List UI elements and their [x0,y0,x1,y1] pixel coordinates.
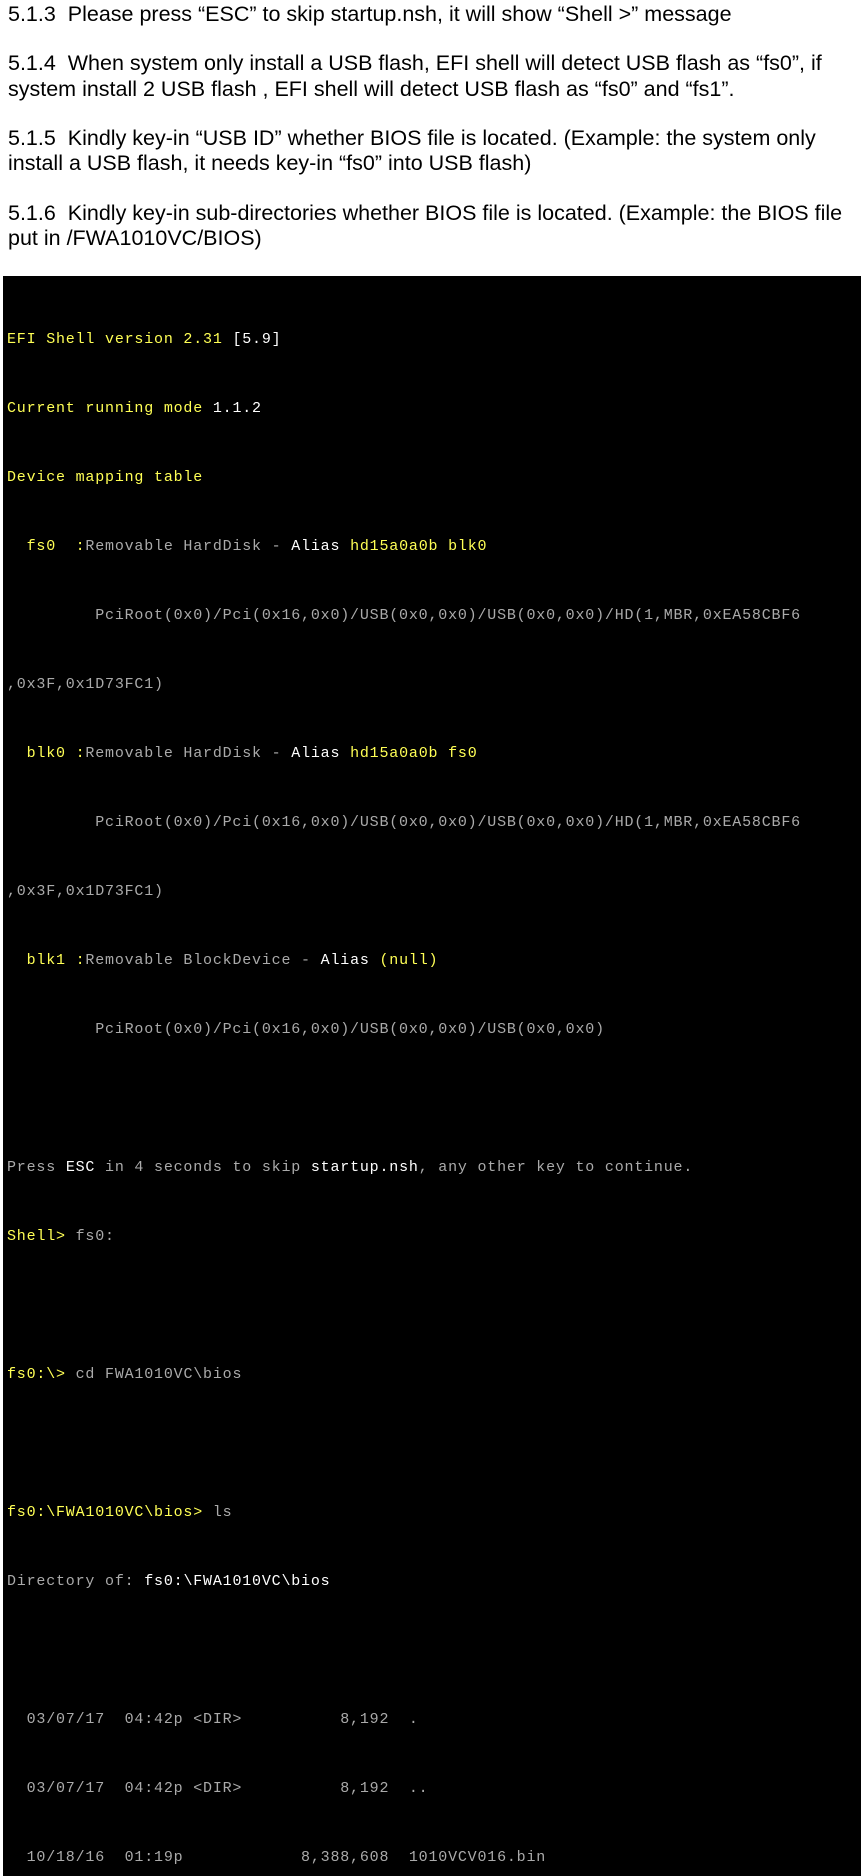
document-body: 5.1.3 Please press “ESC” to skip startup… [0,0,865,252]
blk1-path: PciRoot(0x0)/Pci(0x16,0x0)/USB(0x0,0x0)/… [7,1018,861,1041]
shell-header-version: EFI Shell version 2.31 [5.9] [7,328,861,351]
dir-entry-dot: 03/07/17 04:42p <DIR> 8,192 . [7,1708,861,1731]
dir-entry-bin: 10/18/16 01:19p 8,388,608 1010VCV016.bin [7,1846,861,1869]
press-esc-line: Press ESC in 4 seconds to skip startup.n… [7,1156,861,1179]
blank-row-3 [7,1432,861,1455]
fs0-path-2: ,0x3F,0x1D73FC1) [7,673,861,696]
efi-shell-terminal[interactable]: EFI Shell version 2.31 [5.9] Current run… [3,276,861,1876]
blk1-line: blk1 :Removable BlockDevice - Alias (nul… [7,949,861,972]
fs0-line: fs0 :Removable HardDisk - Alias hd15a0a0… [7,535,861,558]
ls-command-line: fs0:\FWA1010VC\bios> ls [7,1501,861,1524]
blank-row-4 [7,1639,861,1662]
step-5-1-4: 5.1.4 When system only install a USB fla… [8,51,857,102]
directory-of-line: Directory of: fs0:\FWA1010VC\bios [7,1570,861,1593]
blank-row-2 [7,1294,861,1317]
dir-entry-dotdot: 03/07/17 04:42p <DIR> 8,192 .. [7,1777,861,1800]
blk0-path-2: ,0x3F,0x1D73FC1) [7,880,861,903]
step-5-1-6: 5.1.6 Kindly key-in sub-directories whet… [8,201,857,252]
shell-prompt-line: Shell> fs0: [7,1225,861,1248]
fs0-path-1: PciRoot(0x0)/Pci(0x16,0x0)/USB(0x0,0x0)/… [7,604,861,627]
device-mapping-header: Device mapping table [7,466,861,489]
blk0-line: blk0 :Removable HardDisk - Alias hd15a0a… [7,742,861,765]
cd-command-line: fs0:\> cd FWA1010VC\bios [7,1363,861,1386]
step-5-1-5: 5.1.5 Kindly key-in “USB ID” whether BIO… [8,126,857,177]
shell-running-mode: Current running mode 1.1.2 [7,397,861,420]
blank-row-1 [7,1087,861,1110]
blk0-path-1: PciRoot(0x0)/Pci(0x16,0x0)/USB(0x0,0x0)/… [7,811,861,834]
step-5-1-3: 5.1.3 Please press “ESC” to skip startup… [8,2,857,27]
